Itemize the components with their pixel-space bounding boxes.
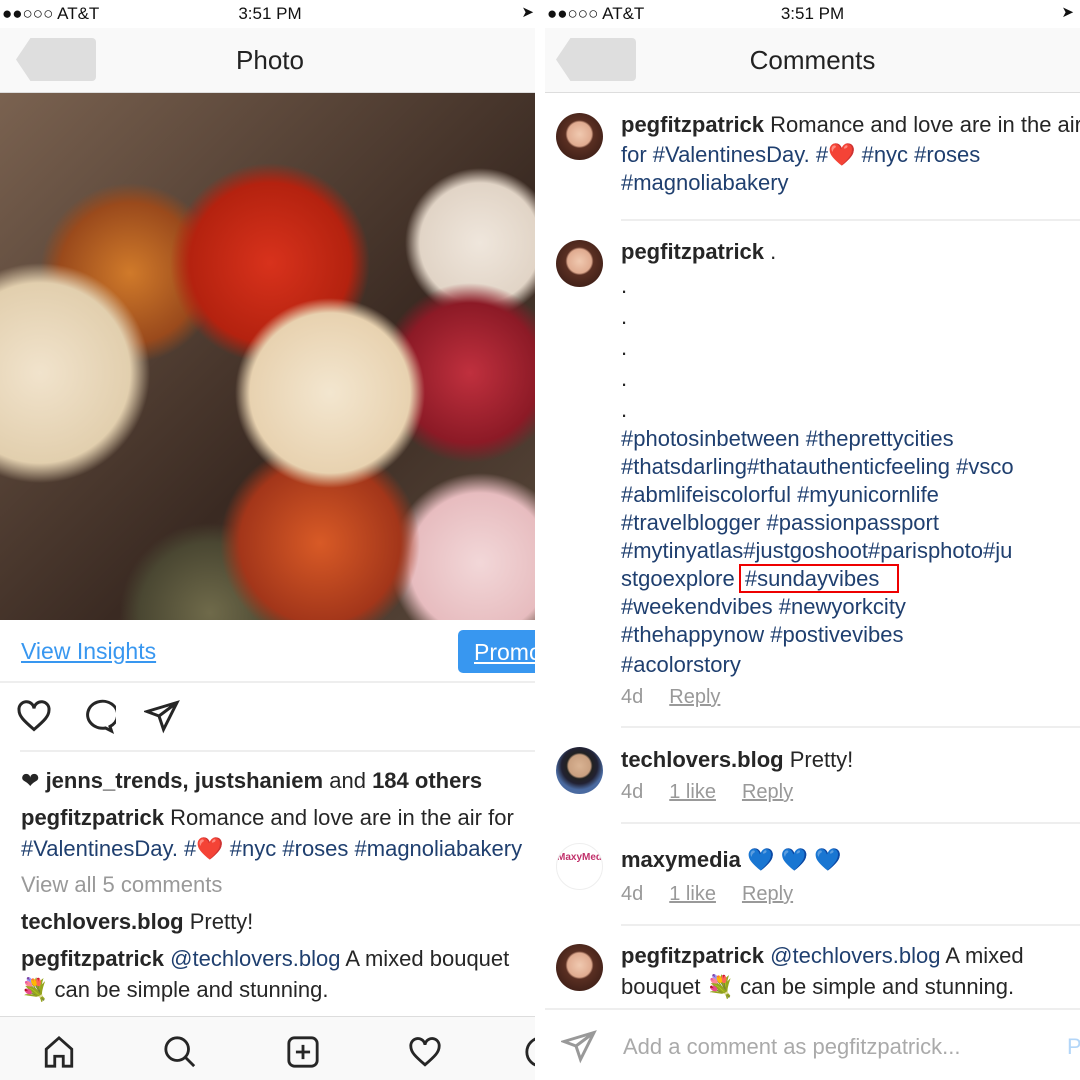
avatar[interactable] (556, 944, 603, 991)
comment-text: 💙 💙 💙 (746, 847, 842, 872)
avatar[interactable] (556, 240, 603, 287)
view-insights-link[interactable]: View Insights (21, 638, 156, 665)
avatar[interactable] (556, 747, 603, 794)
clock: 3:51 PM (238, 4, 302, 23)
insights-row: View Insights Promote (0, 620, 540, 683)
preview-comment-1: techlovers.blog Pretty! (21, 909, 253, 935)
comment-text: Romance and love are in the air (770, 112, 1080, 137)
comment-tags[interactable]: for #ValentinesDay. #❤️ #nyc #roses (621, 141, 1080, 169)
page-title: Comments (749, 45, 876, 75)
hashtag-line[interactable]: stgoexplore #sundayvibes (621, 564, 1080, 593)
search-icon[interactable] (163, 1035, 197, 1069)
likes-others[interactable]: 184 others (372, 768, 482, 793)
heart-icon[interactable] (16, 698, 52, 734)
share-icon[interactable] (144, 698, 180, 734)
page-title: Photo (236, 45, 304, 75)
divider (20, 750, 540, 752)
avatar[interactable] (556, 113, 603, 160)
divider (621, 219, 1080, 221)
highlighted-hashtag[interactable]: #sundayvibes (738, 564, 900, 593)
view-all-comments[interactable]: View all 5 comments (21, 872, 222, 898)
nav-bar: Comments (545, 28, 1080, 93)
status-bar: ●●○○○ AT&T 3:51 PM ➤ (0, 0, 540, 28)
post-photo[interactable] (0, 93, 535, 620)
add-comment-bar: Add a comment as pegfitzpatrick... Post (545, 1008, 1080, 1080)
divider (621, 822, 1080, 824)
hashtag-line[interactable]: #thehappynow #postivevibes (621, 621, 1080, 649)
mention-link[interactable]: @techlovers.blog (770, 943, 940, 968)
location-arrow-icon: ➤ (521, 4, 534, 21)
comment-text: Pretty! (789, 747, 854, 772)
dot-line: . (621, 397, 628, 422)
promote-button[interactable]: Promote (458, 630, 540, 673)
dot-line: . (621, 273, 628, 298)
hashtag-line[interactable]: #acolorstory (621, 651, 1080, 679)
avatar[interactable]: MaxyMedia (556, 843, 603, 890)
comment-user[interactable]: techlovers.blog (21, 909, 184, 934)
likes-line[interactable]: ❤︎ jenns_trends, justshaniem and 184 oth… (21, 768, 482, 794)
reply-link[interactable]: Reply (742, 781, 793, 803)
comments-screen: ●●○○○ AT&T 3:51 PM ➤ Comments pegfitzpat… (545, 0, 1080, 1080)
add-comment-input[interactable]: Add a comment as pegfitzpatrick... (623, 1034, 961, 1060)
location-arrow-icon: ➤ (1061, 4, 1074, 21)
comment-text: A mixed bouquet (345, 946, 510, 971)
post-button[interactable]: Post (1067, 1034, 1080, 1060)
likes-link[interactable]: 1 like (669, 883, 716, 905)
hashtag-line[interactable]: #weekendvibes #newyorkcity (621, 593, 1080, 621)
hashtag-line[interactable]: #thatsdarling#thatauthenticfeeling #vsco (621, 453, 1080, 481)
comment-tags[interactable]: #magnoliabakery (621, 169, 1080, 197)
comment-user[interactable]: pegfitzpatrick (621, 943, 764, 968)
reply-link[interactable]: Reply (742, 883, 793, 905)
comment-user[interactable]: pegfitzpatrick (21, 946, 164, 971)
comment-text: A mixed (945, 943, 1024, 968)
mention-link[interactable]: @techlovers.blog (170, 946, 340, 971)
heart-icon[interactable] (408, 1035, 442, 1069)
comment-time: 4d (621, 883, 644, 905)
photo-screen: ●●○○○ AT&T 3:51 PM ➤ Photo View Insights… (0, 0, 540, 1080)
comment-user[interactable]: techlovers.blog (621, 747, 784, 772)
comment-text: bouquet 💐 can be simple and stunning. (621, 974, 1015, 999)
preview-comment-2-line2: 💐 can be simple and stunning. (21, 977, 329, 1002)
dot-line: . (621, 366, 628, 391)
comment-icon[interactable] (80, 698, 116, 734)
share-icon[interactable] (561, 1028, 597, 1064)
likes-link[interactable]: 1 like (669, 781, 716, 803)
hashtag-line[interactable]: #travelblogger #passionpassport (621, 509, 1080, 537)
caption-user[interactable]: pegfitzpatrick (21, 805, 164, 830)
hashtag-line[interactable]: #mytinyatlas#justgoshoot#parisphoto#ju (621, 537, 1080, 565)
dot-line: . (621, 304, 628, 329)
caption-tags[interactable]: #ValentinesDay. #❤️ #nyc #roses #magnoli… (21, 836, 522, 862)
caption-line-1: pegfitzpatrick Romance and love are in t… (21, 805, 514, 831)
action-icons (16, 698, 180, 734)
caption-text: Romance and love are in the air for (170, 805, 514, 830)
comment-time: 4d (621, 686, 644, 708)
comment-time: 4d (621, 781, 644, 803)
add-icon[interactable] (286, 1035, 320, 1069)
reply-link[interactable]: Reply (669, 686, 720, 708)
status-bar: ●●○○○ AT&T 3:51 PM ➤ (545, 0, 1080, 28)
hashtag-line[interactable]: #photosinbetween #theprettycities (621, 425, 1080, 453)
dot-line: . (621, 335, 628, 360)
comment-user[interactable]: pegfitzpatrick (621, 112, 764, 137)
comment-user[interactable]: maxymedia (621, 847, 741, 872)
divider (621, 726, 1080, 728)
home-icon[interactable] (42, 1035, 76, 1069)
comment-user[interactable]: pegfitzpatrick (621, 239, 764, 264)
nav-bar: Photo (0, 28, 540, 93)
liked-by-users[interactable]: jenns_trends, justshaniem (46, 768, 324, 793)
panel-gap (535, 0, 545, 1080)
hashtag-fragment[interactable]: stgoexplore (621, 566, 741, 591)
likes-and: and (329, 768, 366, 793)
preview-comment-2: pegfitzpatrick @techlovers.blog A mixed … (21, 946, 509, 972)
tab-bar (0, 1016, 540, 1080)
comment-text: . (770, 239, 777, 264)
heart-small-icon: ❤︎ (21, 768, 40, 793)
comment-text: Pretty! (189, 909, 254, 934)
clock: 3:51 PM (780, 4, 845, 23)
divider (621, 924, 1080, 926)
hashtag-line[interactable]: #abmlifeiscolorful #myunicornlife (621, 481, 1080, 509)
